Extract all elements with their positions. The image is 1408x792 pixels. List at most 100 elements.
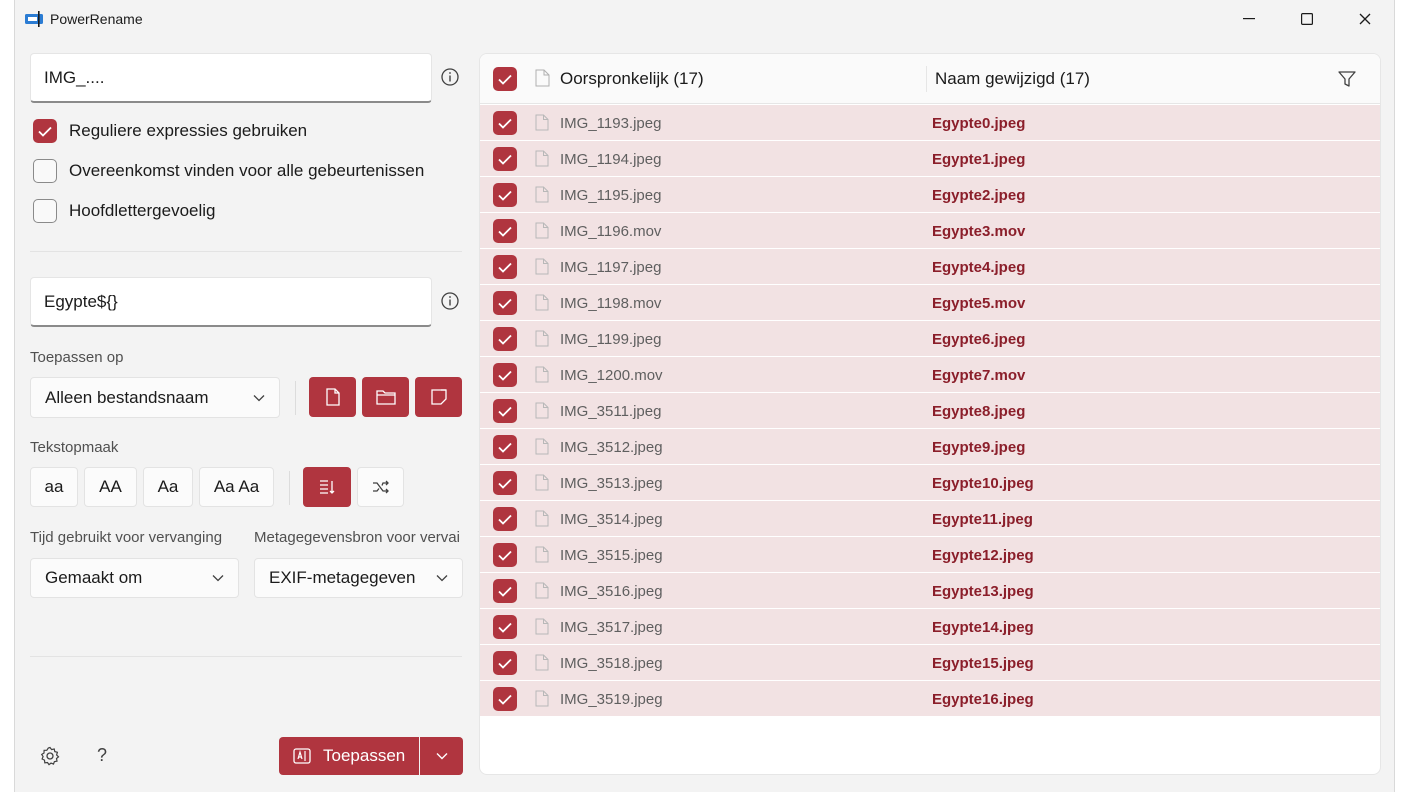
- search-info-icon[interactable]: [440, 67, 460, 87]
- metadata-source-dropdown[interactable]: EXIF-metagegeven: [254, 558, 463, 598]
- row-checkbox[interactable]: [493, 291, 517, 315]
- table-row[interactable]: IMG_3512.jpeg Egypte9.jpeg: [480, 429, 1380, 465]
- table-row[interactable]: IMG_1199.jpeg Egypte6.jpeg: [480, 321, 1380, 357]
- close-icon: [1359, 13, 1371, 25]
- select-all-checkbox[interactable]: [493, 67, 517, 91]
- lowercase-label: aa: [44, 477, 64, 496]
- checkmark-icon: [498, 298, 512, 309]
- include-folders-toggle[interactable]: [362, 377, 409, 417]
- help-button[interactable]: ?: [91, 744, 113, 766]
- row-checkbox[interactable]: [493, 255, 517, 279]
- match-all-checkbox[interactable]: [33, 159, 57, 183]
- file-icon: [535, 294, 549, 311]
- table-row[interactable]: IMG_3519.jpeg Egypte16.jpeg: [480, 681, 1380, 717]
- table-row[interactable]: IMG_1194.jpeg Egypte1.jpeg: [480, 141, 1380, 177]
- original-name: IMG_3511.jpeg: [560, 403, 662, 420]
- original-name: IMG_1196.mov: [560, 223, 662, 240]
- row-checkbox[interactable]: [493, 147, 517, 171]
- table-row[interactable]: IMG_1195.jpeg Egypte2.jpeg: [480, 177, 1380, 213]
- row-checkbox[interactable]: [493, 363, 517, 387]
- include-subfolders-toggle[interactable]: [415, 377, 462, 417]
- regex-checkbox[interactable]: [33, 119, 57, 143]
- apply-to-dropdown[interactable]: Alleen bestandsnaam: [30, 377, 280, 418]
- table-row[interactable]: IMG_3515.jpeg Egypte12.jpeg: [480, 537, 1380, 573]
- file-icon: [535, 69, 550, 87]
- match-all-option[interactable]: Overeenkomst vinden voor alle gebeurteni…: [33, 158, 424, 184]
- subfolder-icon: [430, 389, 447, 405]
- case-sensitive-checkbox[interactable]: [33, 199, 57, 223]
- regex-label: Reguliere expressies gebruiken: [69, 121, 308, 140]
- renamed-name: Egypte7.mov: [932, 367, 1026, 384]
- table-row[interactable]: IMG_1197.jpeg Egypte4.jpeg: [480, 249, 1380, 285]
- time-used-selected: Gemaakt om: [45, 568, 143, 587]
- search-input[interactable]: IMG_....: [30, 53, 432, 103]
- replace-input[interactable]: Egypte${}: [30, 277, 432, 327]
- powerrename-window: PowerRename IMG_.... Reguliere expressie…: [14, 0, 1395, 792]
- table-row[interactable]: IMG_3518.jpeg Egypte15.jpeg: [480, 645, 1380, 681]
- filter-icon[interactable]: [1337, 69, 1357, 89]
- settings-button[interactable]: [39, 745, 61, 767]
- table-row[interactable]: IMG_1200.mov Egypte7.mov: [480, 357, 1380, 393]
- apply-button[interactable]: Toepassen: [279, 737, 419, 775]
- case-sensitive-option[interactable]: Hoofdlettergevoelig: [33, 198, 215, 224]
- original-name: IMG_3515.jpeg: [560, 547, 663, 564]
- file-icon: [535, 510, 549, 527]
- row-checkbox[interactable]: [493, 651, 517, 675]
- file-icon: [535, 618, 549, 635]
- file-icon: [535, 474, 549, 491]
- table-row[interactable]: IMG_3514.jpeg Egypte11.jpeg: [480, 501, 1380, 537]
- row-checkbox[interactable]: [493, 687, 517, 711]
- time-used-label: Tijd gebruikt voor vervanging: [30, 529, 223, 546]
- renamed-name: Egypte8.jpeg: [932, 403, 1026, 420]
- include-files-toggle[interactable]: [309, 377, 356, 417]
- renamed-name: Egypte15.jpeg: [932, 655, 1034, 672]
- table-row[interactable]: IMG_1198.mov Egypte5.mov: [480, 285, 1380, 321]
- row-checkbox[interactable]: [493, 327, 517, 351]
- folder-icon: [375, 390, 396, 405]
- file-icon: [325, 388, 340, 406]
- row-checkbox[interactable]: [493, 111, 517, 135]
- row-checkbox[interactable]: [493, 219, 517, 243]
- original-column-header[interactable]: Oorspronkelijk (17): [560, 69, 704, 89]
- original-name: IMG_3514.jpeg: [560, 511, 663, 528]
- titlecase-button[interactable]: Aa: [143, 467, 193, 507]
- renamed-column-header[interactable]: Naam gewijzigd (17): [935, 69, 1090, 89]
- row-checkbox[interactable]: [493, 507, 517, 531]
- row-checkbox[interactable]: [493, 615, 517, 639]
- table-row[interactable]: IMG_3516.jpeg Egypte13.jpeg: [480, 573, 1380, 609]
- row-checkbox[interactable]: [493, 543, 517, 567]
- time-used-dropdown[interactable]: Gemaakt om: [30, 558, 239, 598]
- table-row[interactable]: IMG_1196.mov Egypte3.mov: [480, 213, 1380, 249]
- file-icon: [535, 330, 549, 347]
- renamed-name: Egypte10.jpeg: [932, 475, 1034, 492]
- row-checkbox[interactable]: [493, 399, 517, 423]
- metadata-source-label: Metagegevensbron voor vervai: [254, 529, 460, 546]
- renamed-name: Egypte14.jpeg: [932, 619, 1034, 636]
- checkmark-icon: [498, 262, 512, 273]
- lowercase-button[interactable]: aa: [30, 467, 78, 507]
- maximize-button[interactable]: [1284, 0, 1330, 38]
- uppercase-button[interactable]: AA: [84, 467, 137, 507]
- row-checkbox[interactable]: [493, 579, 517, 603]
- row-checkbox[interactable]: [493, 435, 517, 459]
- row-checkbox[interactable]: [493, 183, 517, 207]
- capitalize-each-word-button[interactable]: Aa Aa: [199, 467, 274, 507]
- regex-option[interactable]: Reguliere expressies gebruiken: [33, 118, 307, 144]
- table-row[interactable]: IMG_1193.jpeg Egypte0.jpeg: [480, 105, 1380, 141]
- file-list-header: Oorspronkelijk (17) Naam gewijzigd (17): [480, 54, 1380, 104]
- row-checkbox[interactable]: [493, 471, 517, 495]
- renamed-name: Egypte13.jpeg: [932, 583, 1034, 600]
- table-row[interactable]: IMG_3513.jpeg Egypte10.jpeg: [480, 465, 1380, 501]
- apply-options-button[interactable]: [420, 737, 463, 775]
- enumerate-items-toggle[interactable]: [303, 467, 351, 507]
- maximize-icon: [1301, 13, 1313, 25]
- chevron-down-icon: [436, 753, 447, 760]
- chevron-down-icon: [436, 575, 448, 582]
- close-button[interactable]: [1342, 0, 1388, 38]
- checkmark-icon: [498, 694, 512, 705]
- minimize-button[interactable]: [1226, 0, 1272, 38]
- replace-info-icon[interactable]: [440, 291, 460, 311]
- table-row[interactable]: IMG_3511.jpeg Egypte8.jpeg: [480, 393, 1380, 429]
- randomize-button[interactable]: [357, 467, 404, 507]
- table-row[interactable]: IMG_3517.jpeg Egypte14.jpeg: [480, 609, 1380, 645]
